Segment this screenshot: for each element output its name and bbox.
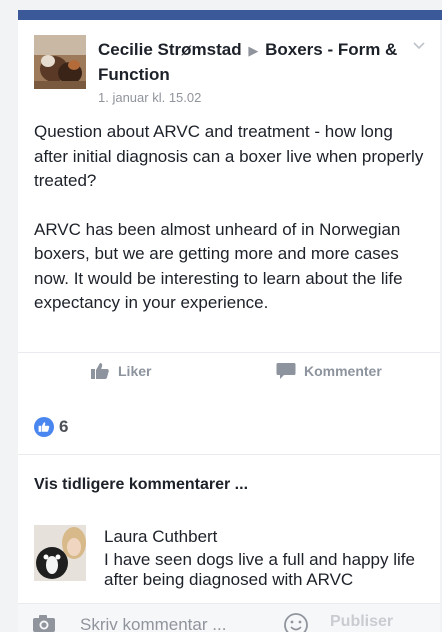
show-previous-comments-link[interactable]: Vis tidligere kommentarer ... (34, 476, 248, 494)
post-paragraph-context: ARVC has been almost unheard of in Norwe… (34, 219, 403, 313)
commenter-avatar[interactable] (34, 525, 86, 581)
post-menu-chevron-down-icon[interactable] (412, 38, 426, 52)
post-timestamp[interactable]: 1. januar kl. 15.02 (98, 90, 201, 105)
top-bar (18, 10, 442, 20)
reaction-count: 6 (59, 417, 69, 436)
like-button[interactable]: Liker (90, 362, 151, 380)
comment-label: Kommenter (304, 363, 382, 379)
like-icon (34, 417, 54, 437)
poster-avatar[interactable] (34, 35, 86, 89)
poster-name[interactable]: Cecilie Strømstad (98, 40, 242, 59)
speech-bubble-icon (276, 363, 296, 379)
post-actions: Liker Kommenter (18, 350, 440, 398)
post-paragraph-question: Question about ARVC and treatment - how … (34, 122, 424, 190)
comment-input[interactable] (80, 615, 300, 632)
reaction-summary[interactable]: 6 (34, 417, 68, 437)
commenter-name[interactable]: Laura Cuthbert (104, 527, 217, 547)
comment-composer: Publiser (18, 603, 440, 632)
like-label: Liker (118, 363, 152, 379)
separator-arrow-icon: ▶ (248, 43, 259, 58)
comment-button[interactable]: Kommenter (276, 362, 382, 380)
thumbs-up-icon (91, 363, 109, 379)
publish-button[interactable]: Publiser (330, 613, 393, 631)
comment-text: I have seen dogs live a full and happy l… (104, 550, 415, 589)
camera-icon[interactable] (32, 614, 56, 632)
post-header: Cecilie Strømstad ▶ Boxers - Form & Func… (98, 38, 398, 87)
post-card: Cecilie Strømstad ▶ Boxers - Form & Func… (18, 20, 440, 632)
post-text: Question about ARVC and treatment - how … (34, 120, 426, 340)
divider (18, 454, 440, 455)
emoji-icon[interactable] (283, 612, 309, 632)
